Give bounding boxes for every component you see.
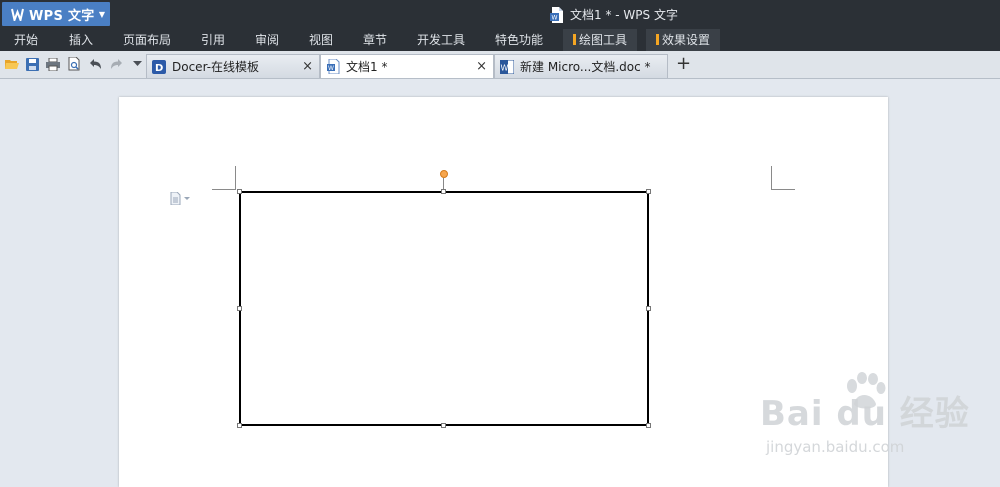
- tab-strip: D Docer-在线模板 × W 文档1 * × W 新建 Micro...文档…: [0, 51, 1000, 79]
- resize-handle-left[interactable]: [237, 306, 242, 311]
- resize-handle-top-right[interactable]: [646, 189, 651, 194]
- menu-insert[interactable]: 插入: [69, 29, 93, 51]
- word-doc-icon: W: [500, 59, 514, 74]
- wps-logo-icon: [10, 7, 24, 21]
- svg-text:D: D: [155, 63, 163, 74]
- tab-new-word-doc[interactable]: W 新建 Micro...文档.doc *: [494, 54, 668, 78]
- paragraph-layout-icon[interactable]: [170, 192, 190, 205]
- menu-review[interactable]: 审阅: [255, 29, 279, 51]
- menu-chapter[interactable]: 章节: [363, 29, 387, 51]
- menu-home[interactable]: 开始: [14, 29, 38, 51]
- menu-drawing-tools[interactable]: 绘图工具: [563, 29, 638, 51]
- close-icon[interactable]: ×: [302, 59, 313, 74]
- menu-references[interactable]: 引用: [201, 29, 225, 51]
- close-icon[interactable]: ×: [476, 59, 487, 74]
- svg-text:W: W: [552, 14, 558, 21]
- resize-handle-right[interactable]: [646, 306, 651, 311]
- menu-effect-settings[interactable]: 效果设置: [646, 29, 721, 51]
- app-menu-button[interactable]: WPS 文字 ▼: [2, 2, 110, 26]
- margin-mark-top-right: [771, 166, 795, 190]
- menu-special[interactable]: 特色功能: [495, 29, 543, 51]
- watermark-url: jingyan.baidu.com: [766, 438, 905, 456]
- undo-icon[interactable]: [88, 57, 102, 71]
- chevron-down-icon: ▼: [98, 9, 105, 19]
- open-folder-icon[interactable]: [5, 57, 19, 71]
- margin-mark-top-left: [212, 166, 236, 190]
- resize-handle-top[interactable]: [441, 189, 446, 194]
- window-title: W 文档1 * - WPS 文字: [550, 6, 678, 23]
- watermark-brand: Bai du 经验: [760, 394, 970, 434]
- document-icon: W: [550, 6, 563, 23]
- tab-label: Docer-在线模板: [172, 60, 260, 74]
- menu-view[interactable]: 视图: [309, 29, 333, 51]
- resize-handle-bottom[interactable]: [441, 423, 446, 428]
- quick-access-dropdown-icon[interactable]: [130, 57, 144, 71]
- rotation-handle[interactable]: [440, 170, 448, 178]
- redo-icon[interactable]: [109, 57, 123, 71]
- print-preview-icon[interactable]: [67, 57, 81, 71]
- tab-label: 新建 Micro...文档.doc *: [520, 60, 651, 74]
- tab-label: 文档1 *: [346, 60, 388, 74]
- app-name: WPS 文字: [29, 8, 95, 24]
- title-bar: WPS 文字 ▼ W 文档1 * - WPS 文字: [0, 0, 1000, 29]
- baidu-watermark: Bai du 经验 jingyan.baidu.com: [760, 372, 990, 467]
- docer-icon: D: [152, 59, 166, 74]
- resize-handle-bottom-right[interactable]: [646, 423, 651, 428]
- menu-page-layout[interactable]: 页面布局: [123, 29, 171, 51]
- menu-bar: 开始 插入 页面布局 引用 审阅 视图 章节 开发工具 特色功能 绘图工具 效果…: [0, 29, 1000, 51]
- resize-handle-top-left[interactable]: [237, 189, 242, 194]
- save-icon[interactable]: [25, 57, 39, 71]
- tab-docer-templates[interactable]: D Docer-在线模板 ×: [146, 54, 320, 78]
- rectangle-shape[interactable]: [239, 191, 649, 426]
- wps-doc-icon: W: [326, 59, 340, 74]
- print-icon[interactable]: [46, 57, 60, 71]
- menu-developer[interactable]: 开发工具: [417, 29, 465, 51]
- resize-handle-bottom-left[interactable]: [237, 423, 242, 428]
- tab-document-1[interactable]: W 文档1 * ×: [320, 54, 494, 78]
- svg-text:W: W: [501, 63, 509, 72]
- window-title-text: 文档1 * - WPS 文字: [570, 8, 678, 22]
- new-tab-button[interactable]: +: [676, 54, 691, 74]
- svg-text:W: W: [328, 65, 334, 72]
